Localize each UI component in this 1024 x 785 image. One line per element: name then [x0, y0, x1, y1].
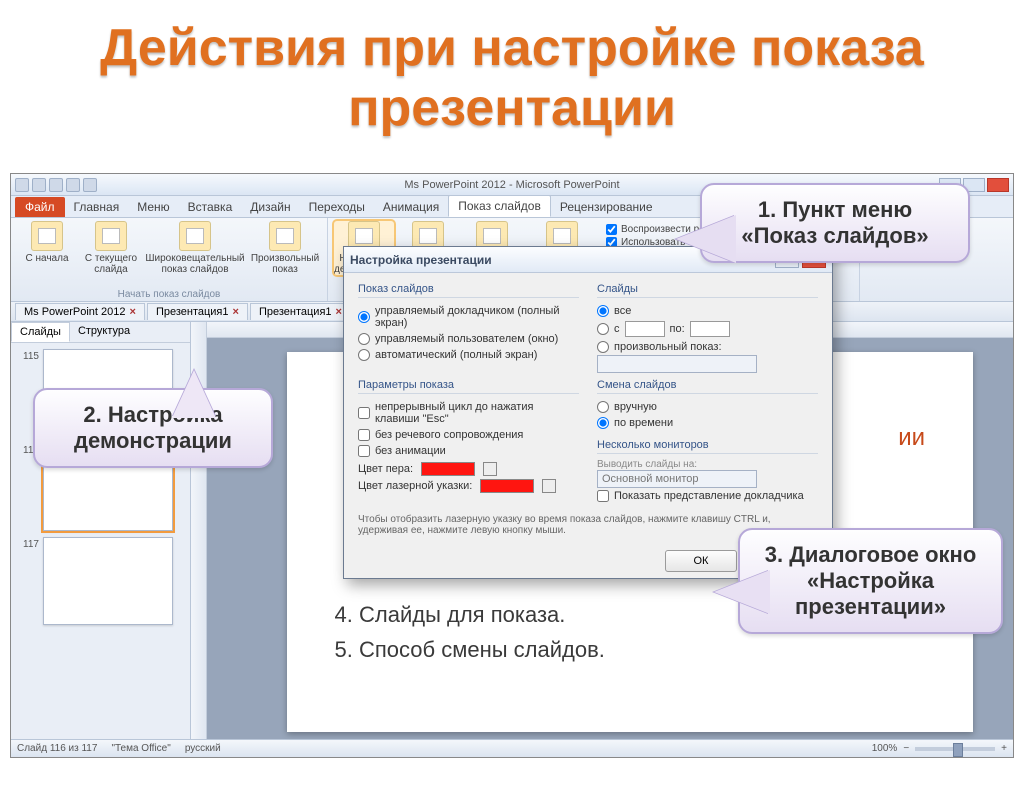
close-icon[interactable]: ×	[336, 306, 342, 318]
ribbon-tab[interactable]: Главная	[65, 197, 129, 217]
chk-loop[interactable]: непрерывный цикл до нажатия клавиши "Esc…	[358, 399, 579, 427]
slide-list: Слайды для показа. Способ смены слайдов.	[359, 597, 605, 667]
callout-2: 2. Настройка демонстрации	[33, 388, 273, 468]
callout-3: 3. Диалоговое окно «Настройка презентаци…	[738, 528, 1003, 634]
btn-from-start[interactable]: С начала	[17, 221, 77, 275]
section-change: Смена слайдов вручную по времени Несколь…	[597, 379, 818, 504]
spinner-from[interactable]	[625, 321, 665, 337]
radio-range[interactable]: с по:	[597, 319, 818, 339]
btn-broadcast[interactable]: Широковещательный показ слайдов	[145, 221, 245, 275]
section-params: Параметры показа непрерывный цикл до наж…	[358, 379, 579, 504]
ok-button[interactable]: ОК	[665, 550, 737, 572]
ribbon-tab[interactable]: Дизайн	[241, 197, 299, 217]
doc-tab[interactable]: Презентация1×	[250, 303, 351, 320]
radio-timed[interactable]: по времени	[597, 415, 818, 431]
tab-slides[interactable]: Слайды	[11, 322, 70, 342]
slide-text-fragment: ии	[898, 424, 925, 452]
pen-color-swatch[interactable]	[421, 462, 475, 476]
radio-all[interactable]: все	[597, 303, 818, 319]
radio-presenter[interactable]: управляемый докладчиком (полный экран)	[358, 303, 579, 331]
close-icon[interactable]: ×	[233, 306, 239, 318]
status-lang: русский	[185, 743, 221, 754]
status-slide: Слайд 116 из 117	[17, 743, 97, 754]
list-item: Способ смены слайдов.	[359, 632, 605, 667]
thumb[interactable]: 117	[17, 537, 184, 625]
ribbon-group-start: С начала С текущего слайда Широковещател…	[11, 218, 328, 301]
doc-tab[interactable]: Презентация1×	[147, 303, 248, 320]
zoom-control[interactable]: 100% −+	[872, 743, 1007, 754]
group-caption: Начать показ слайдов	[17, 289, 321, 300]
file-tab[interactable]: Файл	[15, 197, 65, 217]
chk-no-animation[interactable]: без анимации	[358, 443, 579, 459]
radio-kiosk[interactable]: автоматический (полный экран)	[358, 347, 579, 363]
ribbon-tab[interactable]: Вставка	[179, 197, 242, 217]
quick-access-toolbar[interactable]	[15, 178, 97, 192]
select-monitor[interactable]: Основной монитор	[597, 470, 757, 488]
doc-tab[interactable]: Ms PowerPoint 2012×	[15, 303, 145, 320]
chk-presenter-view[interactable]: Показать представление докладчика	[597, 488, 818, 504]
ribbon-tab[interactable]: Переходы	[300, 197, 374, 217]
btn-custom-show[interactable]: Произвольный показ	[249, 221, 321, 275]
close-icon[interactable]: ×	[130, 306, 136, 318]
statusbar: Слайд 116 из 117 "Тема Office" русский 1…	[11, 739, 1013, 757]
radio-custom[interactable]: произвольный показ:	[597, 339, 818, 355]
ribbon-tab[interactable]: Рецензирование	[551, 197, 662, 217]
chk-no-narration[interactable]: без речевого сопровождения	[358, 427, 579, 443]
section-show-type: Показ слайдов управляемый докладчиком (п…	[358, 283, 579, 373]
pen-color-row: Цвет пера:	[358, 462, 579, 476]
ribbon-tab[interactable]: Анимация	[374, 197, 448, 217]
callout-1: 1. Пункт меню «Показ слайдов»	[700, 183, 970, 263]
slides-panel: СлайдыСтруктура 115 116 117	[11, 322, 191, 739]
select-custom-show[interactable]	[597, 355, 757, 373]
ribbon-tab[interactable]: Меню	[128, 197, 178, 217]
section-slides: Слайды все с по: произвольный показ:	[597, 283, 818, 373]
laser-color-row: Цвет лазерной указки:	[358, 479, 579, 493]
dropdown-icon[interactable]	[542, 479, 556, 493]
dialog-title: Настройка презентации	[350, 253, 492, 267]
tab-outline[interactable]: Структура	[70, 322, 138, 342]
status-theme: "Тема Office"	[111, 743, 170, 754]
dropdown-icon[interactable]	[483, 462, 497, 476]
btn-from-current[interactable]: С текущего слайда	[81, 221, 141, 275]
page-title: Действия при настройке показа презентаци…	[0, 18, 1024, 138]
radio-manual[interactable]: вручную	[597, 399, 818, 415]
ribbon-tab-selected[interactable]: Показ слайдов	[448, 195, 551, 217]
list-item: Слайды для показа.	[359, 597, 605, 632]
radio-user[interactable]: управляемый пользователем (окно)	[358, 331, 579, 347]
window-title: Ms PowerPoint 2012 - Microsoft PowerPoin…	[404, 179, 619, 191]
laser-color-swatch[interactable]	[480, 479, 534, 493]
spinner-to[interactable]	[690, 321, 730, 337]
